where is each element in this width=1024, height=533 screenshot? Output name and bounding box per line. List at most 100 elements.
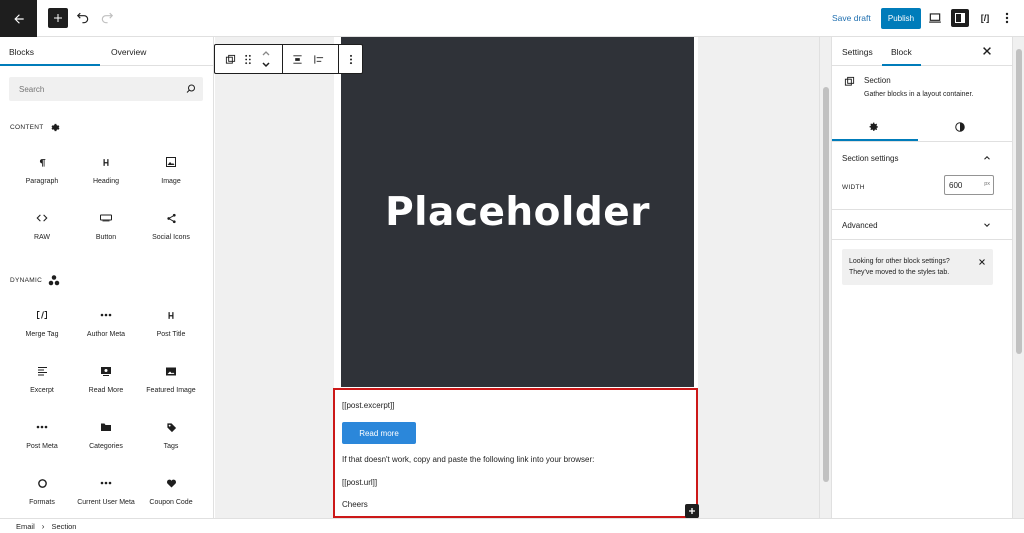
button-icon — [100, 214, 112, 222]
align-center-button[interactable] — [288, 45, 306, 73]
block-label: Post Meta — [26, 443, 58, 450]
toolbar-separator — [338, 45, 339, 73]
sidebar-toggle-icon — [955, 13, 965, 23]
block-author-meta[interactable]: Author Meta — [74, 308, 138, 339]
breadcrumb-section[interactable]: Section — [51, 522, 76, 531]
block-raw[interactable]: RAW — [10, 211, 74, 242]
block-label: Featured Image — [146, 387, 196, 394]
tab-settings-gear[interactable] — [868, 121, 880, 133]
kebab-menu-icon — [349, 54, 353, 64]
more-horizontal-icon — [100, 481, 112, 485]
block-label: Social Icons — [152, 234, 190, 241]
category-label: DYNAMIC — [10, 277, 43, 284]
close-icon[interactable] — [977, 257, 987, 267]
settings-sidebar: Settings Block Section Gather blocks in … — [831, 37, 1012, 518]
add-block-button[interactable] — [48, 8, 68, 28]
select-parent-button[interactable] — [221, 45, 239, 73]
preview-button[interactable] — [926, 9, 944, 27]
tab-overview[interactable]: Overview — [111, 37, 146, 66]
excerpt-merge-tag[interactable]: [[post.excerpt]] — [342, 401, 394, 410]
block-label: Read More — [88, 387, 124, 394]
block-label: Heading — [92, 178, 120, 185]
block-coupon-code[interactable]: Coupon Code — [139, 476, 203, 507]
chevron-down-icon[interactable] — [982, 220, 992, 230]
block-formats[interactable]: Formats — [10, 476, 74, 507]
width-field[interactable]: px — [944, 175, 994, 195]
publish-button[interactable]: Publish — [881, 8, 921, 29]
sidebar-scrollbar[interactable] — [1012, 37, 1024, 518]
options-button[interactable] — [1000, 9, 1014, 27]
block-button[interactable]: Button — [74, 211, 138, 242]
block-heading[interactable]: Heading — [74, 155, 138, 186]
close-settings-button[interactable] — [980, 44, 994, 58]
styles-moved-notice: Looking for other block settings? They'v… — [842, 249, 993, 285]
block-merge-tag[interactable]: Merge Tag — [10, 308, 74, 339]
block-label: Formats — [29, 499, 55, 506]
block-excerpt[interactable]: Excerpt — [10, 364, 74, 395]
breadcrumb-email[interactable]: Email — [16, 522, 35, 531]
folder-icon — [101, 423, 111, 431]
drag-handle[interactable] — [241, 45, 255, 73]
sidebar-scrollbar-thumb[interactable] — [1016, 49, 1022, 354]
block-paragraph[interactable]: Paragraph — [10, 155, 74, 186]
selected-section-block[interactable]: [[post.excerpt]] Read more If that doesn… — [333, 388, 698, 518]
hero-title[interactable]: Placeholder — [385, 190, 650, 235]
editor-header: Save draft Publish [/] — [0, 0, 1024, 37]
block-card-title: Section — [864, 76, 891, 85]
chevron-up-icon[interactable] — [982, 153, 992, 163]
redo-icon — [101, 12, 114, 24]
save-draft-button[interactable]: Save draft — [832, 13, 871, 23]
block-featured-image[interactable]: Featured Image — [139, 364, 203, 395]
category-heading-content: CONTENT — [10, 122, 61, 133]
desktop-preview-icon — [929, 13, 941, 23]
read-more-icon — [101, 366, 111, 376]
hero-block[interactable]: Placeholder — [341, 37, 694, 387]
justify-left-icon — [313, 54, 323, 64]
move-up-down-button[interactable] — [258, 45, 274, 73]
block-post-title[interactable]: Post Title — [139, 308, 203, 339]
featured-image-icon — [166, 367, 176, 375]
undo-icon — [76, 12, 89, 24]
block-current-user-meta[interactable]: Current User Meta — [74, 476, 138, 507]
align-left-button[interactable] — [309, 45, 327, 73]
group-icon — [844, 76, 855, 86]
section-settings-header[interactable]: Section settings — [842, 154, 898, 163]
tab-settings[interactable]: Settings — [842, 37, 873, 66]
tab-styles[interactable] — [954, 121, 966, 133]
block-label: Merge Tag — [25, 331, 59, 338]
redo-button[interactable] — [98, 9, 116, 27]
canvas-scrollbar-thumb[interactable] — [823, 87, 829, 482]
settings-toggle-button[interactable] — [951, 9, 969, 27]
block-image[interactable]: Image — [139, 155, 203, 186]
fallback-text[interactable]: If that doesn't work, copy and paste the… — [342, 455, 594, 464]
block-tags[interactable]: Tags — [139, 420, 203, 451]
block-appender[interactable] — [685, 504, 699, 518]
width-input[interactable] — [949, 176, 979, 194]
block-social-icons[interactable]: Social Icons — [139, 211, 203, 242]
contrast-icon — [955, 122, 965, 132]
group-icon — [225, 54, 235, 64]
block-post-meta[interactable]: Post Meta — [10, 420, 74, 451]
block-options-button[interactable] — [341, 45, 361, 73]
search-box — [9, 77, 203, 101]
search-input[interactable] — [19, 77, 179, 101]
width-unit[interactable]: px — [984, 181, 990, 187]
read-more-button[interactable]: Read more — [342, 422, 416, 444]
canvas-scrollbar[interactable] — [819, 37, 831, 518]
block-read-more[interactable]: Read More — [74, 364, 138, 395]
undo-button[interactable] — [74, 9, 92, 27]
category-heading-dynamic: DYNAMIC — [10, 275, 60, 286]
advanced-header[interactable]: Advanced — [842, 221, 878, 230]
chevron-up-down-icon — [262, 51, 270, 68]
tab-blocks[interactable]: Blocks — [9, 37, 34, 66]
url-merge-tag[interactable]: [[post.url]] — [342, 478, 377, 487]
signoff-text[interactable]: Cheers — [342, 500, 368, 509]
back-button[interactable] — [0, 0, 37, 37]
code-editor-button[interactable]: [/] — [976, 9, 994, 27]
tab-block[interactable]: Block — [891, 37, 912, 66]
toolbar-separator — [282, 45, 283, 73]
more-horizontal-icon — [100, 313, 112, 317]
active-tab-indicator — [832, 139, 918, 141]
block-categories[interactable]: Categories — [74, 420, 138, 451]
breadcrumb: Email › Section — [0, 518, 1024, 533]
